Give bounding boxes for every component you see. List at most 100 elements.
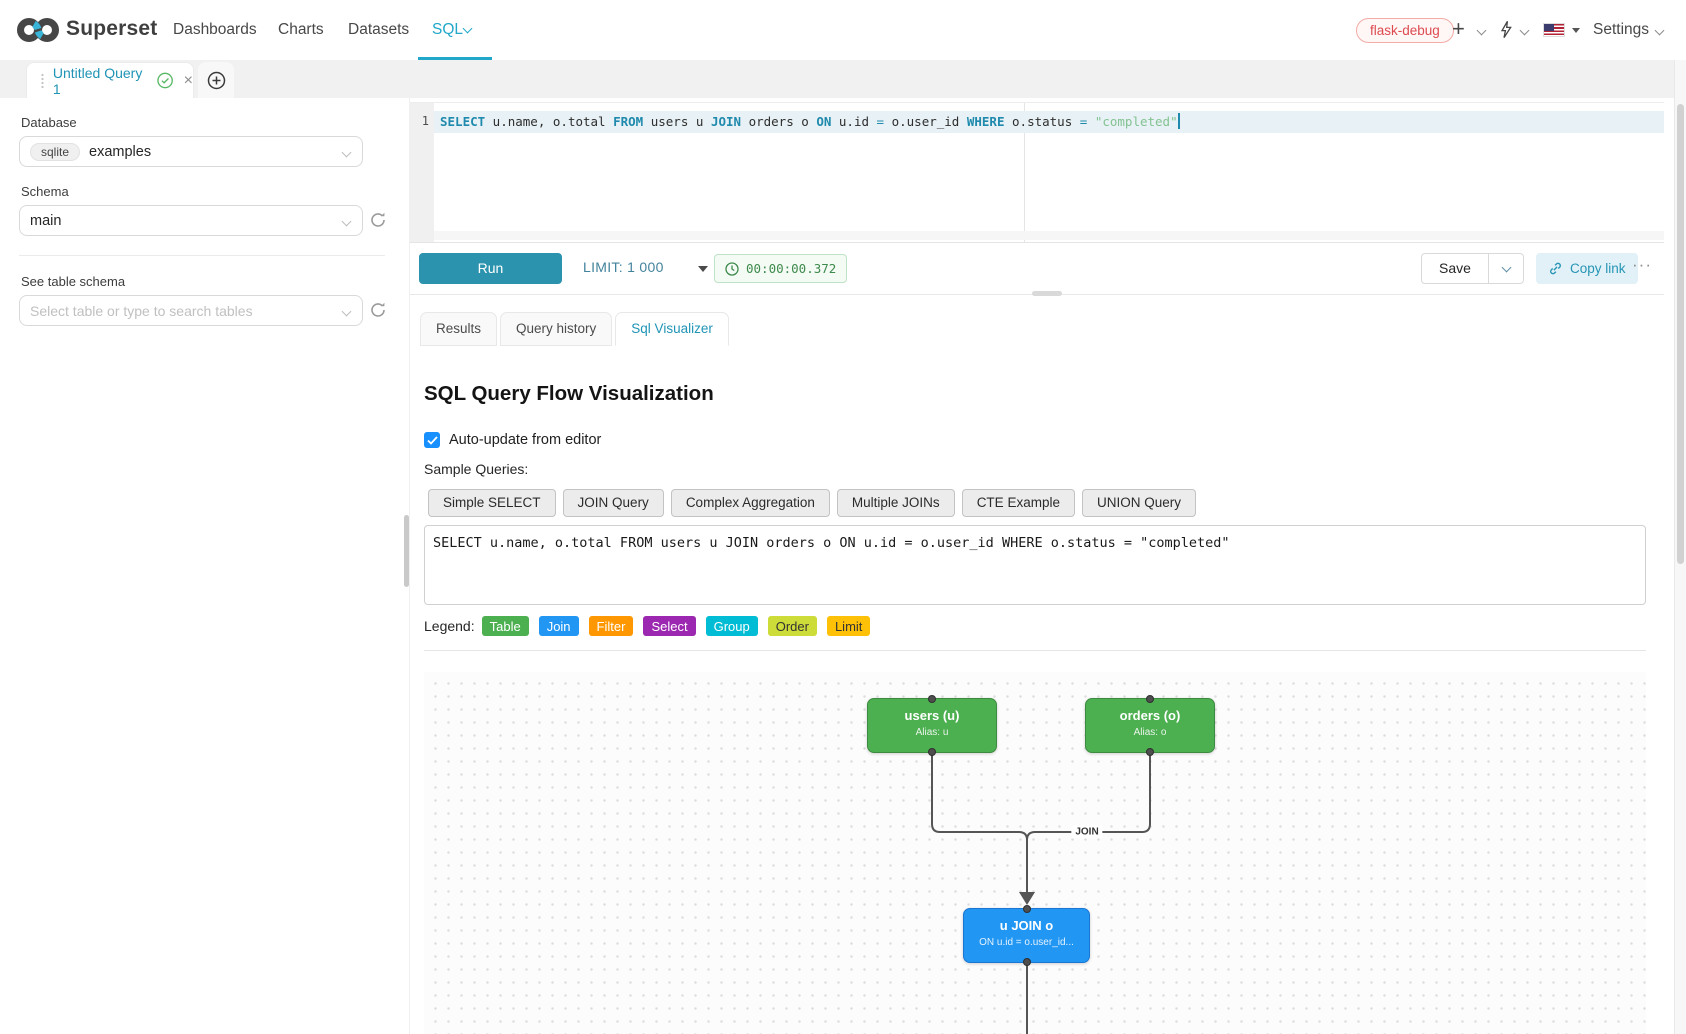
nav-charts[interactable]: Charts — [278, 21, 324, 39]
legend-row: Legend: Table Join Filter Select Group O… — [424, 616, 870, 636]
legend-badge-select: Select — [643, 616, 695, 636]
node-handle[interactable] — [1146, 748, 1154, 756]
sample-simple-select-button[interactable]: Simple SELECT — [428, 489, 556, 517]
flow-canvas[interactable]: users (u) Alias: u orders (o) Alias: o u… — [424, 672, 1646, 1034]
chevron-down-icon — [1655, 26, 1665, 36]
sql-visualizer-panel: SQL Query Flow Visualization Auto-update… — [410, 346, 1664, 1034]
close-tab-icon[interactable]: × — [184, 73, 193, 89]
refresh-schema-icon[interactable] — [369, 211, 387, 229]
refresh-tables-icon[interactable] — [369, 301, 387, 319]
node-handle[interactable] — [1146, 695, 1154, 703]
caret-down-icon[interactable] — [698, 266, 708, 272]
page-title: SQL Query Flow Visualization — [424, 382, 714, 406]
save-dropdown-button[interactable] — [1488, 253, 1524, 284]
node-handle[interactable] — [1023, 905, 1031, 913]
page-scrollbar[interactable] — [1674, 60, 1686, 1034]
text-cursor — [1178, 113, 1180, 129]
copy-link-button[interactable]: Copy link — [1536, 253, 1638, 284]
settings-menu[interactable]: Settings — [1593, 21, 1649, 39]
tab-query-history[interactable]: Query history — [500, 312, 612, 346]
chevron-down-icon — [342, 217, 352, 227]
sql-token: u.name, o.total — [485, 114, 613, 129]
query-tab-title[interactable]: Untitled Query 1 — [53, 65, 150, 97]
sample-cte-example-button[interactable]: CTE Example — [962, 489, 1075, 517]
superset-logo-icon[interactable] — [16, 16, 62, 44]
results-tabs: Results Query history Sql Visualizer — [420, 312, 729, 346]
link-icon — [1548, 261, 1563, 276]
auto-update-row: Auto-update from editor — [424, 432, 601, 448]
sql-lab-sidebar: Database sqlite examples Schema main See… — [0, 98, 404, 1034]
node-subtitle: ON u.id = o.user_id... — [964, 937, 1089, 948]
sample-query-buttons: Simple SELECT JOIN Query Complex Aggrega… — [428, 489, 1196, 517]
limit-dropdown[interactable]: LIMIT: 1 000 — [583, 259, 664, 275]
sql-input-textarea[interactable]: SELECT u.name, o.total FROM users u JOIN… — [424, 525, 1646, 605]
splitter-drag-handle[interactable] — [404, 515, 409, 587]
auto-update-checkbox[interactable] — [424, 432, 440, 448]
sample-complex-aggregation-button[interactable]: Complex Aggregation — [671, 489, 830, 517]
clock-icon — [725, 262, 739, 276]
node-subtitle: Alias: o — [1086, 727, 1214, 738]
editor-gutter: 1 — [410, 103, 434, 242]
language-flag-icon[interactable] — [1543, 23, 1565, 37]
chevron-down-icon[interactable] — [1477, 26, 1487, 36]
schema-select[interactable]: main — [19, 205, 363, 236]
plus-circle-icon — [207, 71, 226, 90]
nav-datasets[interactable]: Datasets — [348, 21, 409, 39]
limit-label: LIMIT: — [583, 259, 623, 275]
editor-code-area[interactable]: SELECT u.name, o.total FROM users u JOIN… — [434, 103, 1664, 242]
save-button[interactable]: Save — [1421, 253, 1489, 284]
sql-token — [1087, 114, 1095, 129]
chevron-down-icon — [463, 24, 473, 34]
sql-token: WHERE — [967, 114, 1005, 129]
database-engine-badge: sqlite — [30, 143, 80, 161]
node-handle[interactable] — [928, 695, 936, 703]
query-tab[interactable]: Untitled Query 1 × — [26, 62, 194, 98]
chevron-down-icon[interactable] — [1520, 26, 1530, 36]
editor-hscrollbar[interactable] — [434, 231, 1664, 240]
database-select[interactable]: sqlite examples — [19, 136, 363, 167]
caret-down-icon[interactable] — [1572, 28, 1580, 33]
scrollbar-thumb[interactable] — [1677, 104, 1684, 564]
sql-code-editor[interactable]: 1 SELECT u.name, o.total FROM users u JO… — [410, 102, 1664, 243]
sql-editor-pane: 1 SELECT u.name, o.total FROM users u JO… — [410, 98, 1664, 1034]
nav-dashboards[interactable]: Dashboards — [173, 21, 257, 39]
run-button[interactable]: Run — [419, 253, 562, 284]
drag-handle-icon[interactable] — [41, 73, 44, 88]
sql-lab-page: Superset Dashboards Charts Datasets SQL … — [0, 0, 1686, 1034]
sql-token: "completed" — [1095, 114, 1178, 129]
sql-code-line: SELECT u.name, o.total FROM users u JOIN… — [440, 111, 1180, 133]
sidebar-divider — [19, 255, 385, 256]
node-handle[interactable] — [1023, 958, 1031, 966]
editor-toolbar: Run LIMIT: 1 000 00:00:00.372 Save Copy … — [410, 253, 1664, 284]
query-timer: 00:00:00.372 — [714, 254, 847, 283]
node-title: users (u) — [868, 708, 996, 723]
sql-token: users u — [643, 114, 711, 129]
legend-badge-order: Order — [768, 616, 817, 636]
legend-badge-group: Group — [706, 616, 758, 636]
legend-badge-table: Table — [482, 616, 529, 636]
table-select-placeholder: Select table or type to search tables — [30, 303, 253, 319]
legend-badge-join: Join — [539, 616, 579, 636]
flow-node-join[interactable]: u JOIN o ON u.id = o.user_id... — [963, 908, 1090, 963]
results-pane-drag-handle[interactable] — [1032, 291, 1062, 296]
more-options-button[interactable]: ··· — [1632, 255, 1652, 275]
add-query-tab-button[interactable] — [198, 62, 234, 98]
sample-multiple-joins-button[interactable]: Multiple JOINs — [837, 489, 955, 517]
flow-node-orders[interactable]: orders (o) Alias: o — [1085, 698, 1215, 753]
schema-value: main — [30, 213, 61, 229]
tab-sql-visualizer[interactable]: Sql Visualizer — [615, 312, 729, 346]
sample-queries-label: Sample Queries: — [424, 461, 528, 477]
nav-sql[interactable]: SQL — [432, 21, 463, 39]
table-select[interactable]: Select table or type to search tables — [19, 295, 363, 326]
lightning-bolt-icon[interactable] — [1499, 20, 1513, 39]
flow-node-users[interactable]: users (u) Alias: u — [867, 698, 997, 753]
sample-join-query-button[interactable]: JOIN Query — [563, 489, 664, 517]
new-item-button[interactable]: + — [1452, 16, 1465, 42]
node-title: orders (o) — [1086, 708, 1214, 723]
sql-token: = — [877, 114, 885, 129]
node-handle[interactable] — [928, 748, 936, 756]
sample-union-query-button[interactable]: UNION Query — [1082, 489, 1196, 517]
node-title: u JOIN o — [964, 918, 1089, 933]
tab-results[interactable]: Results — [420, 312, 497, 346]
environment-badge: flask-debug — [1356, 18, 1454, 43]
